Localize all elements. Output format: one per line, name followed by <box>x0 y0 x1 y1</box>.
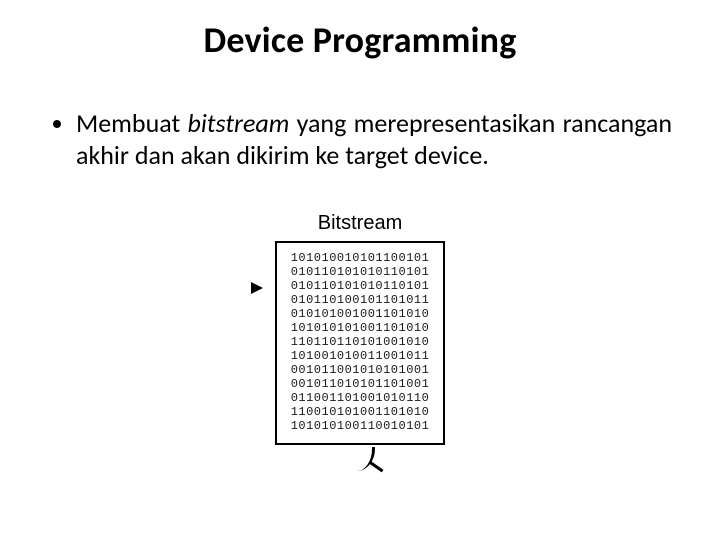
bullet-list: Membuat bitstream yang merepresentasikan… <box>50 108 672 171</box>
bitstream-row: 101010101001101010 <box>291 321 430 335</box>
tail-curve <box>352 447 375 471</box>
bullet-italic: bitstream <box>187 107 289 139</box>
bitstream-box: 101010010101100101 010110101010110101 01… <box>275 241 446 445</box>
bitstream-row: 101010010101100101 <box>291 251 430 265</box>
bitstream-row: 010101001001101010 <box>291 307 430 321</box>
bitstream-row: 010110101010110101 <box>291 265 430 279</box>
bullet-pre: Membuat <box>76 107 187 139</box>
bitstream-figure: Bitstream 101010010101100101 01011010101… <box>0 212 720 445</box>
figure-inner: Bitstream 101010010101100101 01011010101… <box>275 212 446 445</box>
bitstream-row: 110110110101001010 <box>291 335 430 349</box>
bullet-item: Membuat bitstream yang merepresentasikan… <box>76 108 672 171</box>
slide-title: Device Programming <box>0 18 720 62</box>
bitstream-row: 001011001010101001 <box>291 363 430 377</box>
bitstream-row: 101010100110010101 <box>291 419 430 433</box>
bitstream-row: 011001101001010110 <box>291 391 430 405</box>
left-arrow-icon <box>251 282 263 294</box>
bitstream-row: 001011010101101001 <box>291 377 430 391</box>
slide: Device Programming Membuat bitstream yan… <box>0 0 720 540</box>
tail-stroke <box>369 461 384 473</box>
figure-label: Bitstream <box>275 212 446 235</box>
bottom-tail-icon <box>360 449 390 475</box>
bitstream-row: 010110100101101011 <box>291 293 430 307</box>
bitstream-row: 101001010011001011 <box>291 349 430 363</box>
slide-body: Membuat bitstream yang merepresentasikan… <box>50 108 672 171</box>
bitstream-row: 010110101010110101 <box>291 279 430 293</box>
bitstream-row: 110010101001101010 <box>291 405 430 419</box>
